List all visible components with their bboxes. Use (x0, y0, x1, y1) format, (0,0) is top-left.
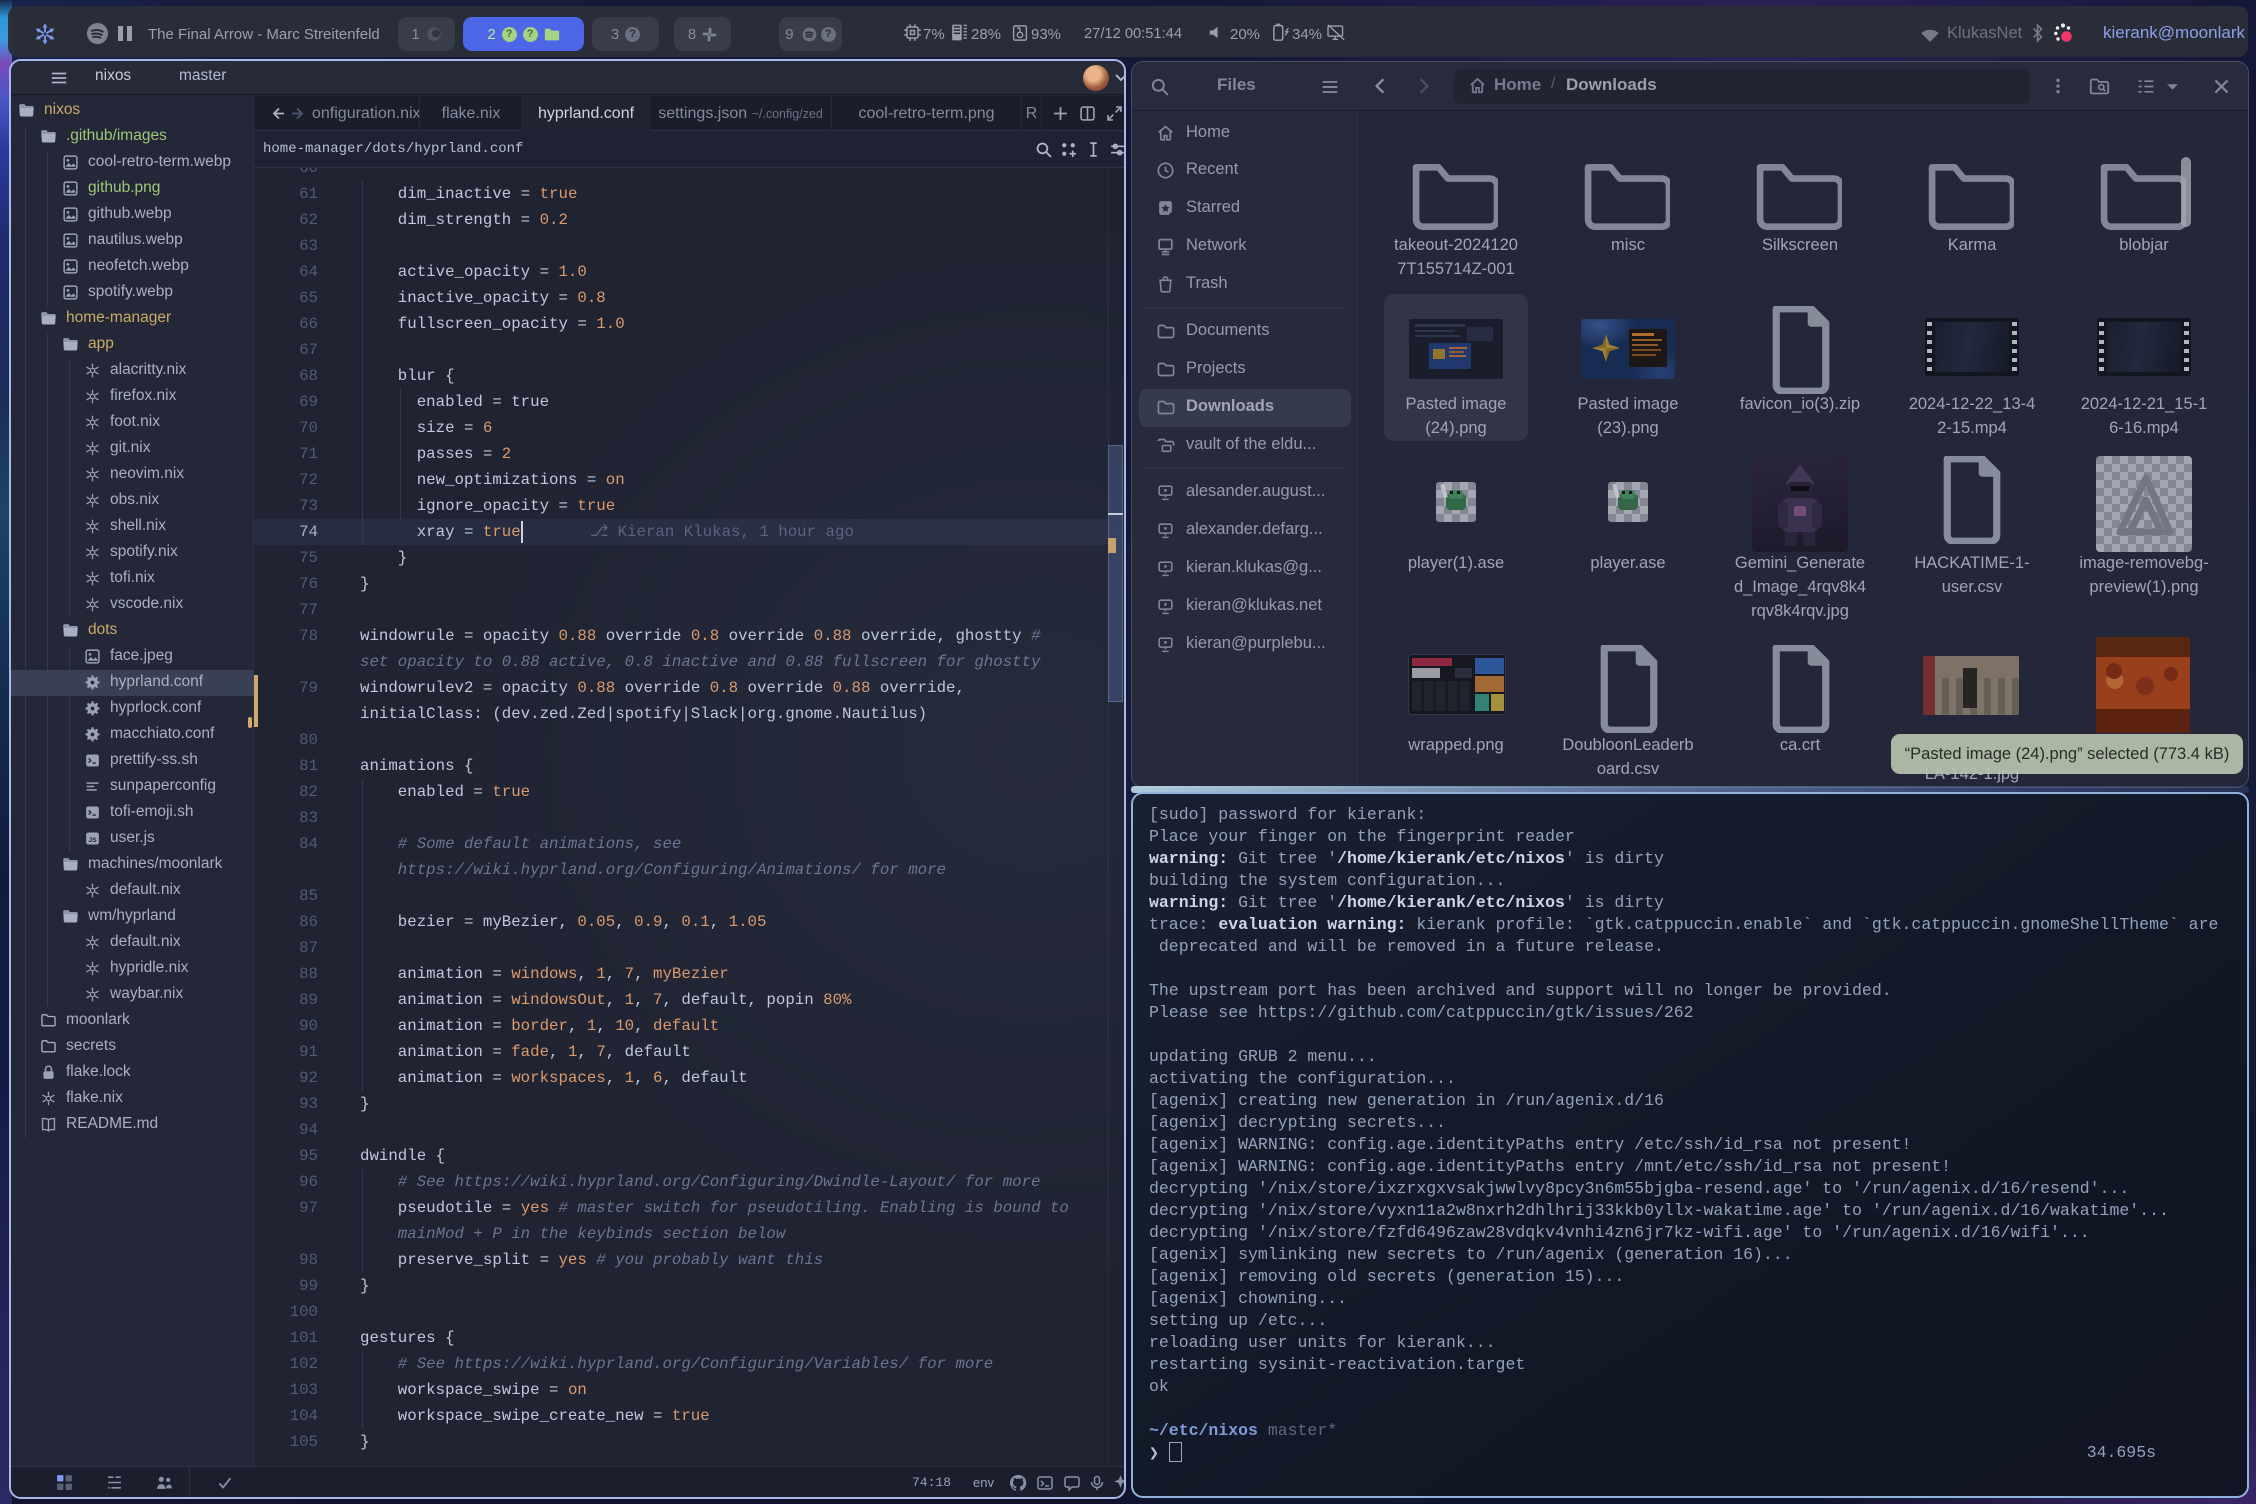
svg-text:JS: JS (88, 837, 97, 844)
